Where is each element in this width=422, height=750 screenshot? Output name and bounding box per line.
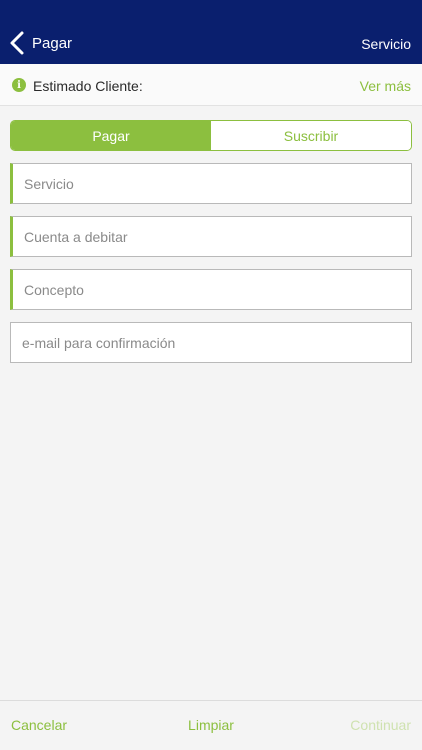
tab-suscribir[interactable]: Suscribir [211, 121, 411, 150]
page-title: Servicio [361, 36, 411, 52]
concept-input[interactable] [13, 270, 411, 309]
account-input[interactable] [13, 217, 411, 256]
service-input[interactable] [13, 164, 411, 203]
bottom-action-bar: Cancelar Limpiar Continuar [0, 700, 422, 750]
cancel-button[interactable]: Cancelar [11, 717, 67, 733]
back-button[interactable]: Pagar [8, 28, 72, 58]
info-icon: i [12, 78, 26, 92]
concept-field [10, 269, 412, 310]
clear-button[interactable]: Limpiar [188, 717, 234, 733]
continue-button[interactable]: Continuar [350, 717, 411, 733]
email-input[interactable] [11, 323, 411, 362]
see-more-link[interactable]: Ver más [360, 78, 411, 94]
account-field [10, 216, 412, 257]
info-message: Estimado Cliente: [33, 78, 143, 94]
email-field [10, 322, 412, 363]
info-bar: i Estimado Cliente: Ver más [0, 64, 422, 106]
top-nav-bar: Pagar Servicio [0, 0, 422, 64]
app-screen: Pagar Servicio i Estimado Cliente: Ver m… [0, 0, 422, 750]
chevron-left-icon [10, 31, 24, 55]
segmented-control: Pagar Suscribir [10, 120, 412, 151]
back-button-label: Pagar [32, 34, 73, 52]
service-field [10, 163, 412, 204]
tab-pagar[interactable]: Pagar [11, 121, 211, 150]
